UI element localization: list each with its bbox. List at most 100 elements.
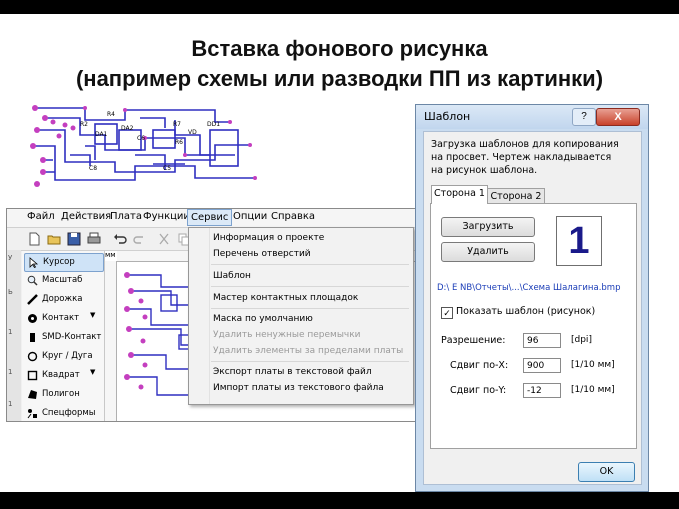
dialog-description: Загрузка шаблонов для копирования на про… (431, 139, 619, 176)
shift-x-label: Сдвиг по-X: (450, 360, 509, 371)
resolution-input[interactable]: 96 (523, 333, 561, 348)
tool-pad[interactable]: Контакт ▼ (24, 310, 102, 327)
menu-service[interactable]: Сервис (187, 209, 233, 226)
tool-cursor[interactable]: Курсор (24, 253, 104, 272)
menu-item-export-text[interactable]: Экспорт платы в текстовой файл (213, 367, 372, 377)
pcb-label: R6 (175, 139, 183, 146)
dialog-title: Шаблон (424, 110, 471, 123)
resolution-unit: [dpi] (571, 335, 592, 345)
resolution-label: Разрешение: (441, 335, 506, 346)
tab-side-1[interactable]: Сторона 1 (431, 185, 488, 204)
strip-label: У (8, 254, 13, 262)
pcb-label: C8 (89, 165, 97, 172)
menu-item-default-mask[interactable]: Маска по умолчанию (213, 314, 313, 324)
menu-item-import-text[interactable]: Импорт платы из текстового файла (213, 383, 384, 393)
delete-button[interactable]: Удалить (441, 242, 535, 262)
print-icon[interactable] (87, 232, 101, 246)
pad-icon (28, 314, 37, 323)
menu-item-pad-wizard[interactable]: Мастер контактных площадок (213, 293, 358, 303)
tool-panel: Курсор Масштаб Дорожка Контакт ▼ SMD-Кон… (22, 251, 105, 421)
tool-label: Квадрат (42, 370, 80, 380)
tab-panel: Загрузить Удалить 1 D:\ E NB\Отчеты\...\… (430, 203, 637, 449)
shift-y-label: Сдвиг по-Y: (450, 385, 507, 396)
left-ruler-strip: У Ь 1 1 1 (7, 250, 21, 421)
menu-help[interactable]: Справка (271, 211, 315, 222)
pcb-layout-image: R4 R2 DA1 C6 DA2 R7 VD DD1 C5 C8 R6 (30, 105, 257, 187)
dialog-titlebar[interactable]: Шаблон ? X (416, 105, 648, 129)
help-button[interactable]: ? (572, 108, 596, 126)
menu-separator (211, 286, 409, 287)
zoom-icon (27, 275, 38, 286)
tool-label: Курсор (43, 257, 75, 267)
cut-icon[interactable] (157, 232, 171, 246)
slide-title-line-1: Вставка фонового рисунка (191, 36, 488, 61)
pcb-label: C6 (137, 135, 145, 142)
menu-item-template[interactable]: Шаблон (213, 271, 251, 281)
menu-functions[interactable]: Функции (143, 211, 190, 222)
left-ruler (105, 261, 117, 421)
menu-board[interactable]: Плата (110, 211, 142, 222)
menu-item-project-info[interactable]: Информация о проекте (213, 233, 324, 243)
pcb-label: VD (188, 129, 197, 136)
open-folder-icon[interactable] (47, 232, 61, 246)
top-black-bar (0, 0, 679, 14)
tool-label: Дорожка (42, 294, 83, 304)
menu-gutter (189, 228, 210, 404)
show-template-checkbox[interactable]: ✓ (441, 307, 453, 319)
ok-button[interactable]: OK (578, 462, 635, 482)
menu-actions[interactable]: Действия (61, 211, 111, 222)
tool-label: Масштаб (42, 275, 83, 285)
chevron-down-icon[interactable]: ▼ (90, 368, 95, 376)
circle-icon (27, 351, 38, 362)
pcb-label: DA2 (121, 125, 134, 132)
tool-special-shapes[interactable]: Спецформы (24, 405, 102, 421)
shift-y-input[interactable]: -12 (523, 383, 561, 398)
template-file-path: D:\ E NB\Отчеты\...\Схема Шалагина.bmp (437, 283, 621, 293)
strip-label: 1 (8, 400, 13, 408)
track-icon (27, 294, 38, 305)
tool-track[interactable]: Дорожка (24, 291, 102, 308)
load-button[interactable]: Загрузить (441, 217, 535, 237)
tool-square[interactable]: Квадрат ▼ (24, 367, 102, 384)
menu-separator (211, 264, 409, 265)
tool-polygon[interactable]: Полигон (24, 386, 102, 403)
tool-label: Полигон (42, 389, 80, 399)
tool-label: Спецформы (42, 408, 96, 418)
menu-item-holes-list[interactable]: Перечень отверстий (213, 249, 311, 259)
tool-label: Контакт (42, 313, 80, 323)
tool-circle-arc[interactable]: Круг / Дуга (24, 348, 102, 365)
redo-icon[interactable] (133, 232, 147, 246)
polygon-icon (28, 390, 37, 399)
menu-bar: Файл Действия Плата Функции Сервис Опции… (7, 209, 417, 228)
template-dialog: Шаблон ? X Загрузка шаблонов для копиров… (415, 104, 649, 492)
shift-x-unit: [1/10 мм] (571, 360, 615, 370)
pcb-label: R2 (80, 121, 88, 128)
smd-pad-icon (30, 333, 35, 342)
chevron-down-icon[interactable]: ▼ (90, 311, 95, 319)
menu-separator (211, 361, 409, 362)
side-number-preview: 1 (556, 216, 602, 266)
pcb-label: C5 (163, 165, 171, 172)
menu-file[interactable]: Файл (27, 211, 55, 222)
pcb-label: R4 (107, 111, 115, 118)
close-button[interactable]: X (596, 108, 640, 126)
strip-label: 1 (8, 368, 13, 376)
tool-smd-pad[interactable]: SMD-Контакт (24, 329, 102, 346)
show-template-label: Показать шаблон (рисунок) (456, 306, 596, 317)
special-shapes-icon (27, 409, 37, 419)
save-icon[interactable] (67, 232, 81, 246)
strip-label: 1 (8, 328, 13, 336)
pcb-label: R7 (173, 121, 181, 128)
tool-label: SMD-Контакт (42, 332, 102, 342)
tool-zoom[interactable]: Масштаб (24, 272, 102, 289)
cursor-icon (29, 257, 39, 268)
pcb-label: DD1 (207, 121, 220, 128)
square-icon (27, 370, 38, 381)
strip-label: Ь (8, 288, 13, 296)
shift-x-input[interactable]: 900 (523, 358, 561, 373)
pcb-label: DA1 (95, 131, 108, 138)
menu-options[interactable]: Опции (233, 211, 267, 222)
undo-icon[interactable] (113, 232, 127, 246)
bottom-black-bar (0, 492, 679, 509)
new-file-icon[interactable] (27, 232, 41, 246)
